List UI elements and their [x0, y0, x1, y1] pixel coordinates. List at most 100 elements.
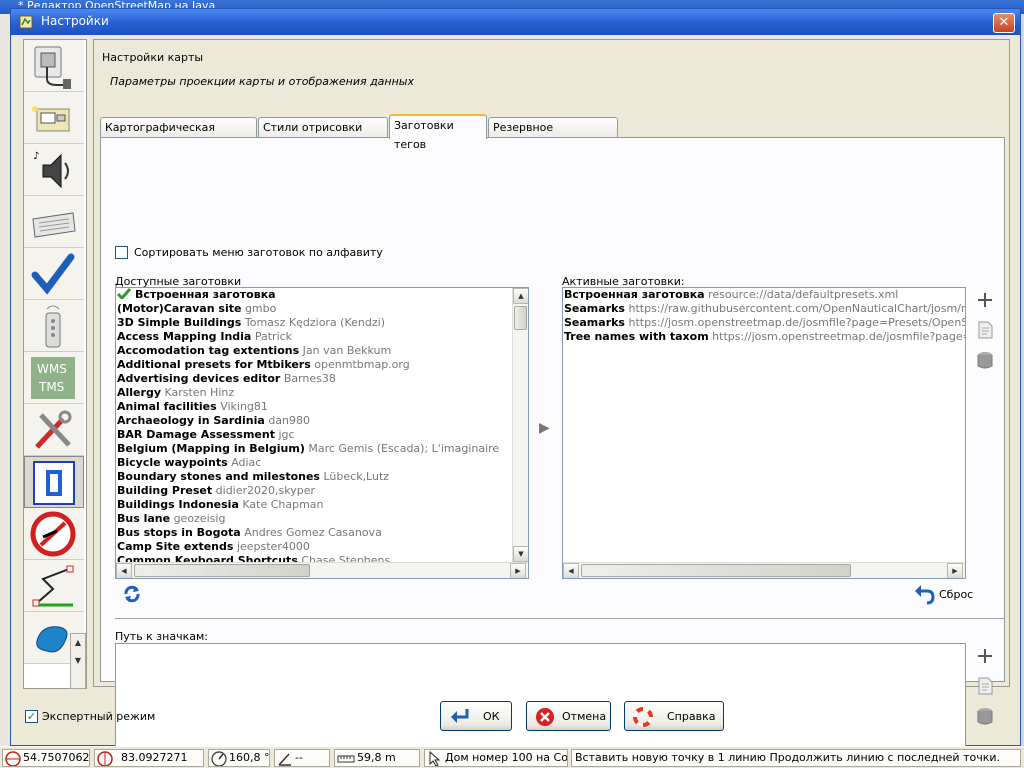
active-preset-row[interactable]: Встроенная заготовка resource://data/def…: [563, 288, 965, 302]
preset-author: openmtbmap.org: [314, 358, 410, 371]
section-strip-scrollbar[interactable]: ▲ ▼: [70, 633, 86, 689]
scroll-left-arrow-icon[interactable]: ◀: [563, 563, 579, 578]
available-preset-row[interactable]: Bus stops in Bogota Andres Gomez Casanov…: [116, 526, 512, 540]
preset-author: jgc: [278, 428, 295, 441]
scroll-right-arrow-icon[interactable]: ▶: [510, 563, 526, 578]
scroll-right-arrow-icon[interactable]: ▶: [947, 563, 963, 578]
scroll-thumb[interactable]: [581, 564, 851, 577]
cancel-button[interactable]: Отмена: [526, 701, 611, 731]
available-preset-row[interactable]: Access Mapping India Patrick: [116, 330, 512, 344]
josm-app-icon: [19, 15, 33, 29]
available-preset-row[interactable]: Archaeology in Sardinia dan980: [116, 414, 512, 428]
preset-author: gmbo: [244, 302, 277, 315]
tab-map-styles[interactable]: Стили отрисовки карты: [258, 117, 388, 153]
status-bar: 54.7507062 83.0927271 160,8 ° -- 59,8 m …: [0, 746, 1024, 768]
heading-value: 160,8 °: [229, 751, 270, 764]
activate-preset-arrow-icon[interactable]: ▶: [539, 420, 551, 436]
available-preset-row[interactable]: Belgium (Mapping in Belgium) Marc Gemis …: [116, 442, 512, 456]
scroll-up-arrow-icon[interactable]: ▲: [513, 288, 528, 304]
available-horizontal-scrollbar[interactable]: ◀ ▶: [116, 562, 528, 578]
expert-mode-checkbox[interactable]: ✓: [25, 710, 38, 723]
ruler-icon: [337, 755, 355, 763]
preferences-section-strip: ♪ WMS TMS: [23, 39, 87, 689]
active-horizontal-scrollbar[interactable]: ◀ ▶: [563, 562, 965, 578]
available-preset-row[interactable]: Bicycle waypoints Adiac: [116, 456, 512, 470]
section-tab-display[interactable]: [24, 92, 84, 144]
available-preset-row[interactable]: Animal facilities Viking81: [116, 400, 512, 414]
preset-author: Patrick: [254, 330, 293, 343]
section-tab-validator[interactable]: [24, 248, 84, 300]
tab-projection[interactable]: Картографическая проекция: [100, 117, 257, 153]
section-tab-advanced[interactable]: [24, 404, 84, 456]
status-latitude: 54.7507062: [2, 749, 90, 767]
active-preset-row[interactable]: Tree names with taxom https://josm.opens…: [563, 330, 965, 344]
available-preset-row[interactable]: Building Preset didier2020,skyper: [116, 484, 512, 498]
section-tab-tagging[interactable]: [24, 508, 84, 560]
ok-button[interactable]: ОК: [440, 701, 512, 731]
scroll-thumb[interactable]: [514, 306, 527, 330]
preset-name: Встроенная заготовка: [564, 288, 705, 301]
add-icon-path-icon[interactable]: [975, 646, 995, 666]
lifebuoy-icon: [633, 707, 653, 727]
preset-author: Lübeck,Lutz: [323, 470, 390, 483]
available-preset-row[interactable]: Boundary stones and milestones Lübeck,Lu…: [116, 470, 512, 484]
section-tab-plugins[interactable]: [24, 560, 84, 612]
active-preset-row[interactable]: Seamarks https://raw.githubusercontent.c…: [563, 302, 965, 316]
scroll-thumb[interactable]: [134, 564, 310, 577]
available-vertical-scrollbar[interactable]: ▲ ▼: [512, 288, 528, 562]
tab-tagging-presets[interactable]: Заготовки тегов: [389, 114, 487, 151]
no-entry-icon: [30, 511, 76, 557]
scroll-up-icon[interactable]: ▲: [71, 634, 85, 652]
available-preset-row[interactable]: BAR Damage Assessment jgc: [116, 428, 512, 442]
available-preset-row[interactable]: (Motor)Caravan site gmbo: [116, 302, 512, 316]
svg-text:TMS: TMS: [38, 380, 64, 394]
preset-author: Adiac: [231, 456, 262, 469]
available-presets-list[interactable]: Встроенная заготовка (Motor)Caravan site …: [115, 287, 529, 579]
active-preset-row[interactable]: Seamarks https://josm.openstreetmap.de/j…: [563, 316, 965, 330]
refresh-icon[interactable]: [121, 583, 143, 605]
cancel-icon: [536, 708, 554, 726]
preset-name: Access Mapping India: [117, 330, 252, 343]
available-preset-row[interactable]: Bus lane geozeisig: [116, 512, 512, 526]
scroll-down-icon[interactable]: ▼: [71, 652, 85, 670]
preset-source: https://raw.githubusercontent.com/OpenNa…: [628, 302, 965, 315]
section-tab-remote-control[interactable]: [24, 300, 84, 352]
available-preset-row[interactable]: Common Keyboard Shortcuts Chase Stephens: [116, 554, 512, 562]
map-settings-panel: Настройки карты Параметры проекции карты…: [93, 39, 1010, 768]
available-preset-row[interactable]: Allergy Karsten Hinz: [116, 386, 512, 400]
preset-name: Встроенная заготовка: [135, 288, 276, 301]
section-tab-connection[interactable]: [24, 40, 84, 92]
edit-icon-path-icon[interactable]: [975, 676, 995, 696]
delete-icon-path-icon[interactable]: [975, 706, 995, 726]
available-preset-row[interactable]: Camp Site extends jeepster4000: [116, 540, 512, 554]
dialog-titlebar[interactable]: Настройки ✕: [11, 9, 1020, 35]
sort-presets-checkbox[interactable]: [115, 246, 128, 259]
help-button[interactable]: Справка: [624, 701, 724, 731]
available-preset-row[interactable]: Встроенная заготовка: [116, 288, 512, 302]
available-preset-row[interactable]: Accomodation tag extentions Jan van Bekk…: [116, 344, 512, 358]
section-tab-shortcuts[interactable]: [24, 196, 84, 248]
available-preset-row[interactable]: Buildings Indonesia Kate Chapman: [116, 498, 512, 512]
scroll-left-arrow-icon[interactable]: ◀: [116, 563, 132, 578]
available-preset-row[interactable]: Advertising devices editor Barnes38: [116, 372, 512, 386]
active-presets-list[interactable]: Встроенная заготовка resource://data/def…: [562, 287, 966, 579]
available-preset-row[interactable]: Additional presets for Mtbikers openmtbm…: [116, 358, 512, 372]
available-presets-rows: Встроенная заготовка (Motor)Caravan site …: [116, 288, 512, 562]
section-tab-imagery[interactable]: WMS TMS: [24, 352, 84, 404]
delete-preset-icon[interactable]: [975, 350, 995, 370]
preferences-dialog: Настройки ✕ ♪ WMS TMS ▲ ▼ Настройки карт…: [10, 8, 1021, 768]
close-button[interactable]: ✕: [993, 13, 1015, 33]
preset-author: dan980: [268, 414, 311, 427]
preset-name: Bicycle waypoints: [117, 456, 228, 469]
section-tab-audio[interactable]: ♪: [24, 144, 84, 196]
preset-author: geozeisig: [173, 512, 226, 525]
monitor-icon: [32, 106, 70, 132]
section-tab-map-settings[interactable]: [24, 456, 84, 508]
tab-backup[interactable]: Резервное копирование: [488, 117, 618, 153]
reset-button[interactable]: Сброс: [913, 583, 983, 605]
edit-preset-icon[interactable]: [975, 320, 995, 340]
cursor-icon: [429, 751, 441, 766]
add-preset-icon[interactable]: [975, 290, 995, 310]
available-preset-row[interactable]: 3D Simple Buildings Tomasz Kędziora (Ken…: [116, 316, 512, 330]
scroll-down-arrow-icon[interactable]: ▼: [513, 546, 528, 562]
